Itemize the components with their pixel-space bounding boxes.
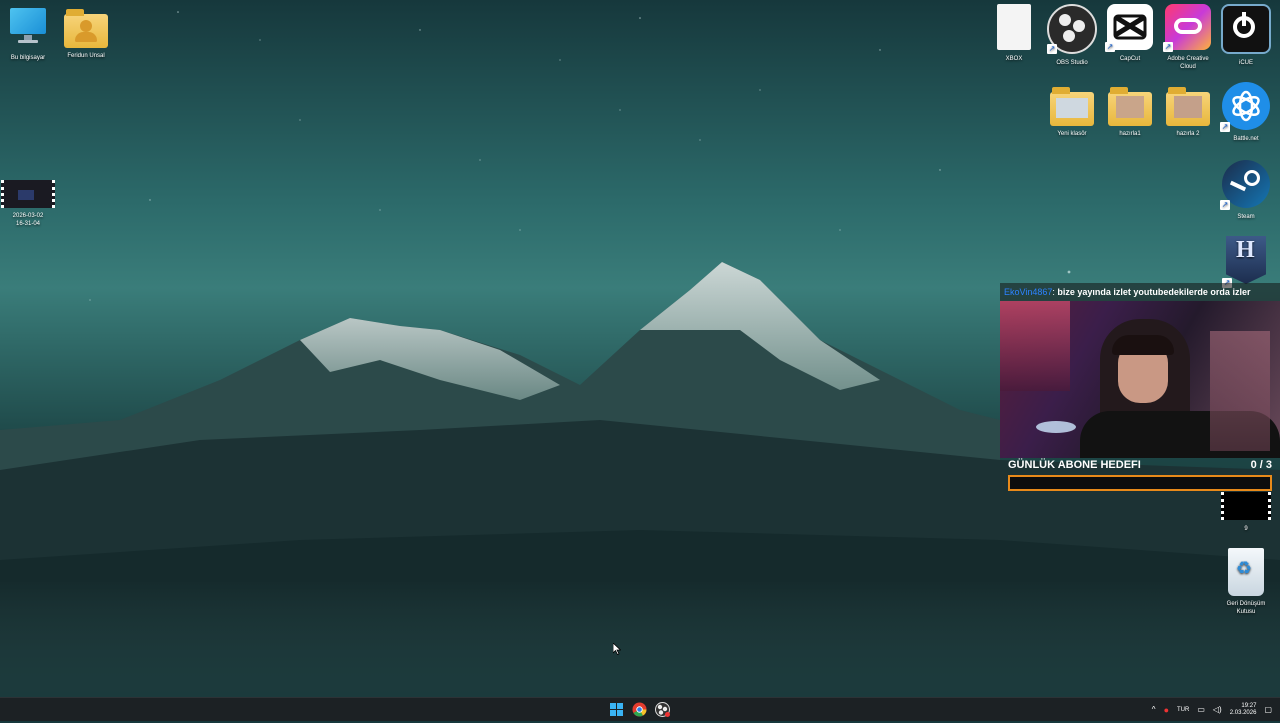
desktop-icon-hazirla2[interactable]: hazırla 2 [1160,84,1216,138]
windows-start-icon [610,703,623,716]
desktop-icon-label: 2026-03-02 [12,213,44,219]
desktop-icon-label: hazırla 2 [1176,131,1200,137]
desktop-icon-label: Yeni klasör [1057,131,1087,137]
clock-time: 19:27 [1241,702,1257,709]
desktop-icon-new-folder[interactable]: Yeni klasör [1044,84,1100,138]
desktop-icon-label: Geri Dönüşüm Kutusu [1226,601,1266,615]
desktop-icon-hazirla1[interactable]: hazırla1 [1102,84,1158,138]
start-button[interactable] [608,701,625,718]
desktop-icon-label: 9 [1244,526,1248,532]
desktop-icon-recycle-bin[interactable]: ♻ Geri Dönüşüm Kutusu [1218,548,1274,616]
taskbar-obs[interactable] [654,701,671,718]
volume-icon[interactable]: ◁) [1213,705,1222,714]
clock[interactable]: 19:27 2.03.2026 [1230,703,1257,717]
battlenet-icon: ↗ [1220,82,1270,132]
recycle-bin-icon: ♻ [1228,548,1264,596]
desktop-icon-label: Feridun Unsal [67,53,105,59]
shortcut-arrow-icon: ↗ [1105,42,1115,52]
folder-icon [1166,87,1210,126]
shortcut-arrow-icon: ↗ [1163,42,1173,52]
desktop-icon-user-folder[interactable]: Feridun Unsal [58,6,114,60]
desktop-icon-label: hazırla1 [1119,131,1141,137]
desktop-icon-label: Steam [1237,214,1255,220]
shortcut-arrow-icon: ↗ [1220,122,1230,132]
goal-count: 0 / 3 [1250,459,1272,471]
video-thumbnail-icon [1,180,55,208]
shortcut-arrow-icon: ↗ [1220,200,1230,210]
steam-icon: ↗ [1220,160,1270,210]
hytale-icon: H [1226,236,1266,284]
taskbar-apps [608,701,671,718]
desktop-icon-video-file[interactable]: 2026-03-02 16-31-04 [0,180,56,228]
desktop-icon-label: XBOX [1005,56,1023,62]
folder-icon [1050,87,1094,126]
mouse-cursor-icon [613,643,621,655]
adobe-creative-cloud-icon: ↗ [1163,4,1211,52]
desktop-icon-battlenet[interactable]: ↗ Battle.net [1218,82,1274,143]
desktop-icon-adobe-cc[interactable]: ↗ Adobe Creative Cloud [1160,4,1216,71]
desktop-icon-label: Bu bilgisayar [10,55,46,61]
desktop-icon-label: iCUE [1238,60,1253,66]
shortcut-arrow-icon: ↗ [1047,44,1057,54]
chat-username: EkoVin4867 [1004,287,1053,297]
desktop-icon-xbox[interactable]: XBOX [986,4,1042,63]
stream-overlay: EkoVin4867: bize yayında izlet youtubede… [1000,283,1280,458]
desktop-icon-steam[interactable]: ↗ Steam [1218,160,1274,221]
desktop-icon-this-pc[interactable]: Bu bilgisayar [0,6,56,62]
desktop-icon-icue[interactable]: iCUE [1218,4,1274,67]
desktop-icon-label: Battle.net [1233,136,1259,142]
obs-tray-icon [655,702,670,717]
system-tray: ^ ● TUR ▭ ◁) 19:27 2.03.2026 ▢ [1152,698,1272,721]
subscriber-goal: GÜNLÜK ABONE HEDEFI 0 / 3 [1008,459,1272,491]
user-folder-icon [64,9,108,48]
video-thumbnail-icon [1221,492,1271,520]
goal-title: GÜNLÜK ABONE HEDEFI [1008,459,1141,471]
chrome-icon [632,702,647,717]
chat-message: EkoVin4867: bize yayında izlet youtubede… [1000,283,1280,301]
desktop-icon-obs[interactable]: ↗ OBS Studio [1044,4,1100,67]
desktop-icon-label: OBS Studio [1056,60,1088,66]
taskbar-chrome[interactable] [631,701,648,718]
webcam-feed [1000,301,1280,458]
microphone-icon[interactable]: ● [1164,705,1169,715]
goal-progress-bar [1008,475,1272,491]
desktop-icon-label: 16-31-04 [15,221,41,227]
icue-icon [1221,4,1271,54]
taskbar: ^ ● TUR ▭ ◁) 19:27 2.03.2026 ▢ [0,697,1280,721]
capcut-icon: ↗ [1105,4,1153,52]
folder-icon [1108,87,1152,126]
desktop-icon-capcut[interactable]: ↗ CapCut [1102,4,1158,63]
language-indicator[interactable]: TUR [1177,707,1189,713]
desktop-icon-label: Adobe Creative Cloud [1167,56,1209,70]
tray-overflow-chevron-icon[interactable]: ^ [1152,705,1156,714]
obs-studio-icon: ↗ [1047,4,1097,54]
notification-icon[interactable]: ▢ [1264,705,1272,714]
chat-text: bize yayında izlet youtubedekilerde orda… [1057,287,1251,297]
monitor-icon [6,6,50,50]
document-icon [997,4,1031,50]
desktop-icon-label: CapCut [1119,56,1141,62]
clock-date: 2.03.2026 [1229,709,1257,716]
desktop-icon-hytale[interactable]: H ↗ [1218,236,1274,288]
network-icon[interactable]: ▭ [1197,705,1205,714]
desktop-icon-video-9[interactable]: 9 [1218,492,1274,533]
